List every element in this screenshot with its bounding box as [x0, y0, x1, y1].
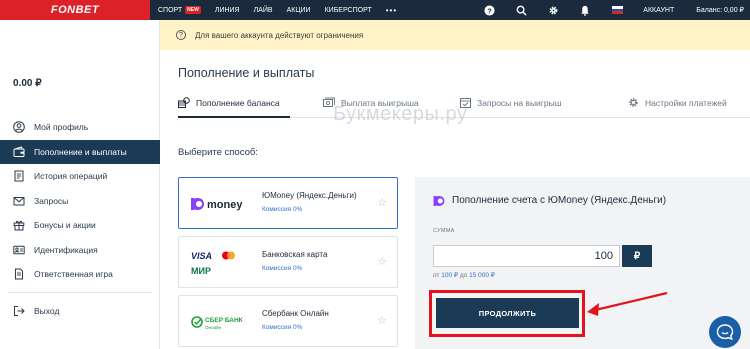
watermark: Букмекеры.ру [333, 103, 468, 125]
sidebar-item-label: Бонусы и акции [34, 220, 96, 231]
visa-logo: VISA [191, 251, 212, 261]
chat-bubble-icon [716, 324, 734, 341]
mir-logo: МИР [191, 266, 211, 276]
tab-payment-settings[interactable]: Настройки платежей [628, 97, 727, 108]
restriction-alert: ? Для вашего аккаунта действуют ограниче… [160, 20, 750, 50]
tab-label: Запросы на выигрыш [477, 97, 562, 108]
sidebar-item-identification[interactable]: Идентификация [0, 238, 160, 263]
wallet-icon [13, 146, 25, 157]
amount-range: от 100 ₽ до 15 000 ₽ [433, 271, 495, 279]
nav-sport-label: СПОРТ [158, 6, 183, 14]
mail-icon [13, 196, 25, 206]
language-flag-icon[interactable] [611, 4, 623, 16]
payment-methods-list: money ЮMoney (Яндекс.Деньги) Комиссия 0%… [178, 177, 398, 349]
method-name: Банковская карта [262, 250, 328, 259]
amount-input[interactable] [433, 245, 620, 267]
method-fee: Комиссия 0% [262, 265, 303, 272]
document-icon [15, 268, 23, 280]
nav-icons: ? АККАУНТ Баланс: 0,00 ₽ [483, 0, 750, 20]
method-sberbank[interactable]: СБЕР БАНК Онлайн Сбербанк Онлайн Комисси… [178, 295, 398, 347]
id-card-icon [13, 245, 25, 255]
logo-area[interactable]: FONBET [0, 0, 150, 20]
tab-withdraw-requests[interactable]: Запросы на выигрыш [460, 97, 562, 108]
sidebar-item-label: Пополнение и выплаты [34, 146, 127, 157]
range-mid: до [459, 272, 468, 279]
sidebar-item-history[interactable]: История операций [0, 164, 160, 189]
sidebar-item-requests[interactable]: Запросы [0, 189, 160, 214]
settings-gear-icon[interactable] [547, 4, 559, 16]
sberbank-logo-sub: Онлайн [205, 324, 222, 330]
svg-text:?: ? [487, 6, 492, 15]
panel-title: Пополнение счета с ЮMoney (Яндекс.Деньги… [433, 195, 666, 206]
currency-box: ₽ [622, 245, 652, 267]
logout-icon [14, 305, 25, 316]
nav-sport[interactable]: СПОРТ NEW [158, 6, 201, 14]
tab-label: Настройки платежей [645, 97, 727, 108]
sidebar-menu: Мой профиль Пополнение и выплаты История… [0, 115, 160, 323]
sidebar-item-logout[interactable]: Выход [0, 299, 160, 324]
nav-promo[interactable]: АКЦИИ [287, 7, 311, 14]
sidebar-item-label: Выход [34, 305, 60, 316]
page-title: Пополнение и выплаты [178, 66, 315, 80]
tab-label: Пополнение баланса [196, 97, 280, 108]
sberbank-logo-text: СБЕР БАНК [205, 317, 243, 324]
method-name: Сбербанк Онлайн [262, 309, 329, 318]
active-tab-indicator [178, 116, 290, 118]
range-prefix: от [433, 272, 440, 279]
sidebar-item-bonuses[interactable]: Бонусы и акции [0, 213, 160, 238]
sidebar-balance: 0.00 ₽ [13, 78, 42, 89]
header-balance: Баланс: 0,00 ₽ [696, 7, 744, 14]
help-icon[interactable]: ? [483, 4, 495, 16]
sidebar-item-label: Запросы [34, 195, 69, 206]
question-icon: ? [176, 30, 186, 40]
main-nav: СПОРТ NEW ЛИНИЯ ЛАЙВ АКЦИИ КИБЕРСПОРТ ••… [150, 0, 750, 20]
method-yumoney[interactable]: money ЮMoney (Яндекс.Деньги) Комиссия 0%… [178, 177, 398, 229]
more-menu-icon[interactable]: ••• [386, 6, 397, 15]
yumoney-logo-text: money [207, 199, 243, 211]
nav-line[interactable]: ЛИНИЯ [215, 7, 240, 14]
gift-icon [13, 221, 25, 231]
account-link[interactable]: АККАУНТ [643, 7, 674, 14]
method-fee: Комиссия 0% [262, 324, 303, 331]
choose-method-label: Выберите способ: [178, 147, 258, 158]
yumoney-logo: money [191, 178, 251, 230]
sidebar-item-label: История операций [34, 171, 108, 182]
history-icon [14, 170, 24, 182]
method-fee: Комиссия 0% [262, 206, 303, 213]
method-bank-card[interactable]: VISA МИР Банковская карта Комиссия 0% ☆ [178, 236, 398, 288]
sidebar-item-responsible-gaming[interactable]: Ответственная игра [0, 262, 160, 287]
gear-icon [629, 98, 638, 107]
favorite-star-icon[interactable]: ☆ [377, 196, 387, 209]
logo[interactable]: FONBET [51, 4, 99, 16]
range-max[interactable]: 15 000 ₽ [469, 272, 495, 279]
new-badge: NEW [185, 6, 201, 14]
yumoney-icon [433, 195, 445, 206]
sidebar-item-label: Мой профиль [34, 122, 89, 133]
card-logos: VISA МИР [191, 237, 243, 289]
sidebar-item-payments[interactable]: Пополнение и выплаты [0, 139, 160, 164]
search-icon[interactable] [515, 4, 527, 16]
user-icon [13, 121, 25, 134]
method-name: ЮMoney (Яндекс.Деньги) [262, 191, 357, 200]
coins-icon [178, 97, 190, 108]
sberbank-logo: СБЕР БАНК Онлайн [191, 296, 251, 348]
sidebar-item-label: Идентификация [34, 244, 98, 255]
range-min[interactable]: 100 ₽ [441, 272, 458, 279]
tab-deposit[interactable]: Пополнение баланса [178, 97, 280, 108]
alert-text[interactable]: Для вашего аккаунта действуют ограничени… [195, 31, 363, 40]
favorite-star-icon[interactable]: ☆ [377, 255, 387, 268]
notifications-bell-icon[interactable] [579, 4, 591, 16]
amount-label: СУММА [433, 228, 455, 234]
favorite-star-icon[interactable]: ☆ [377, 314, 387, 327]
continue-button[interactable]: ПРОДОЛЖИТЬ [436, 298, 579, 328]
sidebar-item-profile[interactable]: Мой профиль [0, 115, 160, 140]
sidebar: 0.00 ₽ Мой профиль Пополнение и выплаты … [0, 20, 160, 349]
sidebar-divider [8, 287, 152, 293]
support-chat-button[interactable] [709, 316, 741, 348]
nav-live[interactable]: ЛАЙВ [254, 7, 273, 14]
sidebar-item-label: Ответственная игра [34, 269, 113, 280]
top-bar: FONBET СПОРТ NEW ЛИНИЯ ЛАЙВ АКЦИИ КИБЕРС… [0, 0, 750, 20]
panel-title-text: Пополнение счета с ЮMoney (Яндекс.Деньги… [452, 195, 667, 206]
nav-esport[interactable]: КИБЕРСПОРТ [325, 7, 372, 14]
